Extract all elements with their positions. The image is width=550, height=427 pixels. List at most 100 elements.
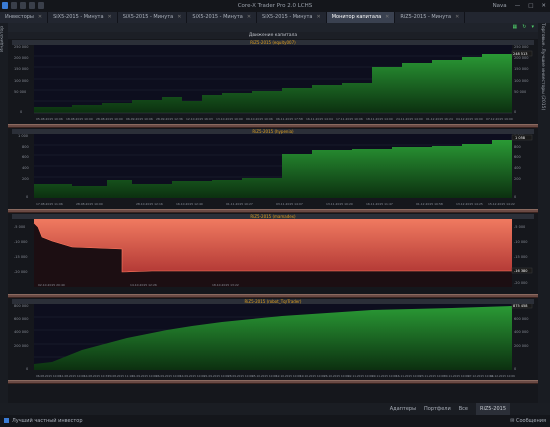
left-sidebar-label: Индикатор [0,25,5,53]
x-tick: 28.09.2015 12:36 [156,117,183,121]
app-icon [4,418,9,423]
title-bar: Core-X Trader Pro 2.0 LCHS Nava — □ ✕ [0,0,550,12]
y-tick: 600 [514,155,521,159]
x-tick: 28.08.2015 10:00 [76,202,103,206]
y-tick: 200 000 [14,56,28,60]
x-tick: 14.09.2015 10:06 [180,374,205,378]
y-tick: -5 000 [514,225,525,229]
y-tick: 400 000 [14,330,28,334]
panel-title: Движение капитала [8,32,538,39]
y-tick: 600 000 [14,317,28,321]
chevron-down-icon[interactable]: ▾ [531,24,534,30]
tab-riz5[interactable]: RiZ5-2015 - Минута ✕ [395,12,466,23]
portfolios-button[interactable]: Портфели [424,403,451,415]
x-tick: 14.08.2015 10:37 [84,374,109,378]
maximize-icon[interactable]: □ [528,0,533,12]
chart-splitter[interactable] [8,294,538,298]
x-tick: 17.11.2015 10:06 [336,117,363,121]
x-tick: 18.11.2015 14:00 [366,117,393,121]
tab-capital-monitor[interactable]: Монитор капитала ✕ [326,12,396,23]
y-tick: 200 000 [14,344,28,348]
x-tick: 01.12.2015 10:58 [416,202,443,206]
capital-monitor-panel: Движение капитала RiZ5-2015 (equity007) … [8,32,538,403]
x-tick: 06.09.2015 10:06 [156,374,181,378]
y-tick: 200 000 [514,344,528,348]
x-tick: 24.11.2015 14:00 [396,117,423,121]
footer-left[interactable]: Лучший частный инвестор [4,415,83,427]
chart-4-plot[interactable]: 800 000 600 000 400 000 200 000 0 600 00… [12,304,534,379]
grid-icon[interactable]: ▦ [513,24,518,30]
chart-4[interactable]: RiZ5-2015 (robot_TqrTrader) 800 000 600 … [12,299,534,379]
status-bar: Адаптеры Портфели Все RiZ5-2015 [0,403,550,415]
x-tick: 12.10.2015 16:03 [186,117,213,121]
close-icon: ✕ [37,14,43,20]
y-tick: 150 000 [14,67,28,71]
tab-investors[interactable]: Инвесторы ✕ [0,12,49,23]
x-tick: 28.10.2015 12:16 [136,202,163,206]
chart-3-plot[interactable]: -5 000 -10 000 -15 000 -20 000 -5 000 -1… [12,219,534,296]
chart-splitter[interactable] [8,124,538,128]
y-tick: 0 [26,195,28,199]
x-tick: 02.11.2015 10:06 [348,374,373,378]
x-tick: 15.12.2015 14:22 [488,202,515,206]
x-tick: 16.11.2015 10:06 [396,374,421,378]
instrument-select[interactable]: RiZ5-2015 [476,403,510,415]
y-tick: 800 [514,145,521,149]
filter-all[interactable]: Все [459,403,468,415]
x-tick: 16.11.2015 14:04 [306,117,333,121]
tab-six5-1[interactable]: SiX5-2015 - Минута ✕ [48,12,118,23]
right-sidebar[interactable]: Торговые. Лучшие инвесторы (2015) [538,23,550,403]
y-tick: 150 000 [514,67,528,71]
document-tabs: Инвесторы ✕ SiX5-2015 - Минута ✕ SiX5-2015… [0,12,550,23]
window-controls: Nava — □ ✕ [493,0,546,12]
y-tick: 50 000 [14,90,26,94]
x-tick: 11.08.2015 10:06 [60,374,85,378]
message-icon: ✉ [510,418,515,424]
y-tick: 600 [22,155,29,159]
chart-1-plot[interactable]: 250 000 200 000 150 000 100 000 50 000 0… [12,45,534,122]
x-tick: 01.11.2015 10:27 [226,202,253,206]
tab-six5-2[interactable]: SiX5-2015 - Минута ✕ [118,12,188,23]
x-tick: 18.10.2015 13:22 [212,283,239,287]
y-tick: -15 000 [514,255,528,259]
adapters-button[interactable]: Адаптеры [390,403,416,415]
y-tick: -10 000 [514,240,528,244]
y-tick: 1 000 [18,134,28,138]
x-tick: 28.08.2015 10:00 [96,117,123,121]
panel-toolbar: ▦ ↻ ▾ [8,23,538,32]
tab-six5-3[interactable]: SiX5-2015 - Минута ✕ [187,12,258,23]
x-tick: 30.11.2015 10:06 [444,374,469,378]
x-tick: 05.10.2015 10:06 [252,374,277,378]
x-tick: 20.08.2015 11:10 [108,374,133,378]
x-tick: 07.12.2015 19:00 [486,117,513,121]
chart-1[interactable]: RiZ5-2015 (equity007) 250 000 200 000 15… [12,40,534,122]
y-tick: -20 000 [14,270,28,274]
x-tick: 12.10.2015 10:06 [276,374,301,378]
x-tick: 01.09.2015 10:06 [132,374,157,378]
y-tick: 800 000 [14,304,28,308]
y-tick: 0 [514,195,516,199]
chart-splitter[interactable] [8,380,538,384]
x-tick: 21.09.2015 10:06 [204,374,229,378]
y-tick: 200 [22,177,29,181]
x-tick: 01.12.2015 16:24 [426,117,453,121]
messages-button[interactable]: ✉ Сообщения [510,415,546,427]
close-icon[interactable]: ✕ [541,0,546,12]
value-label: 875 458 [513,304,527,308]
chart-2[interactable]: RiZ5-2015 (hypenia) 1 000 800 600 400 20… [12,129,534,207]
refresh-icon[interactable]: ↻ [522,24,526,30]
y-tick: 0 [20,110,22,114]
value-label: 248 513 [513,52,527,56]
user-name[interactable]: Nava [493,0,507,12]
chart-3[interactable]: RiZ5-2015 (mamadex) -5 000 -10 000 -15 0… [12,214,534,296]
chart-splitter[interactable] [8,209,538,213]
x-tick: 05.08.2015 10:06 [36,117,63,121]
window-title: Core-X Trader Pro 2.0 LCHS [237,3,313,9]
minimize-icon[interactable]: — [515,0,521,12]
close-icon: ✕ [316,14,321,20]
x-tick: 09.11.2015 10:06 [372,374,397,378]
y-tick: 250 000 [514,45,528,49]
left-sidebar[interactable]: Индикатор [0,23,8,403]
tab-six5-4[interactable]: SiX5-2015 - Минута ✕ [257,12,327,23]
chart-2-plot[interactable]: 1 000 800 600 400 200 0 1 000 800 600 40… [12,134,534,207]
